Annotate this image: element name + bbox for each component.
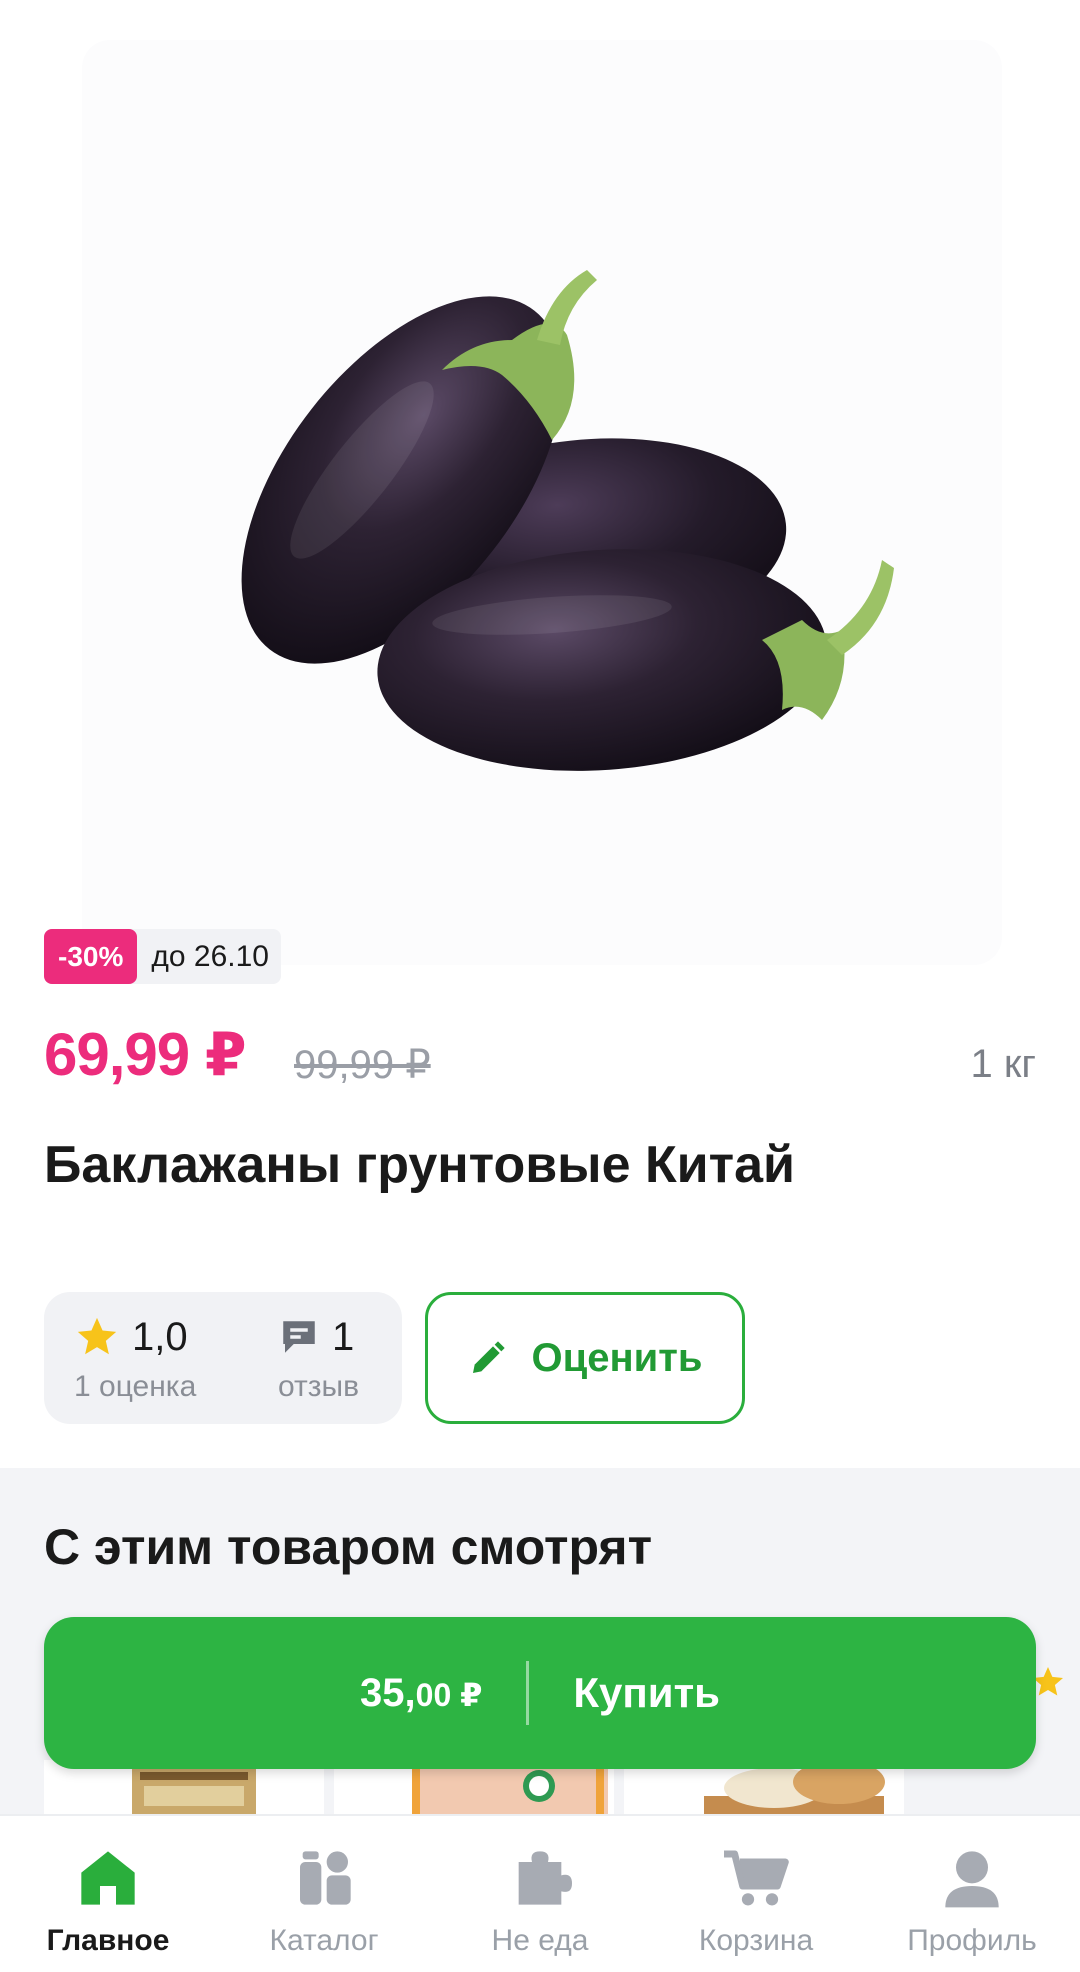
tab-catalog[interactable]: Каталог	[216, 1816, 432, 1972]
buy-divider	[526, 1661, 530, 1725]
rating-stat: 1,0 1 оценка	[74, 1312, 196, 1404]
buy-price-main: 35,	[360, 1670, 416, 1715]
tab-home[interactable]: Главное	[0, 1816, 216, 1972]
profile-icon	[945, 1851, 999, 1908]
tab-non-food[interactable]: Не еда	[432, 1816, 648, 1972]
product-title: Баклажаны грунтовые Китай	[44, 1136, 796, 1194]
buy-button-label: Купить	[573, 1669, 720, 1716]
tab-profile[interactable]: Профиль	[864, 1816, 1080, 1972]
tab-cart[interactable]: Корзина	[648, 1816, 864, 1972]
cart-icon	[724, 1850, 789, 1906]
buy-price-small: 00 ₽	[415, 1676, 483, 1713]
promo-badge: -30% до 26.10	[44, 929, 281, 984]
promo-until: до 26.10	[151, 939, 269, 973]
reviews-label: отзыв	[278, 1370, 360, 1403]
tab-label: Не еда	[491, 1924, 589, 1957]
tab-label: Главное	[46, 1924, 170, 1957]
bottom-tab-bar: Главное Каталог Не еда Корзина Профиль	[0, 1814, 1080, 1972]
puzzle-icon	[518, 1851, 572, 1905]
rate-button-label: Оценить	[531, 1335, 703, 1380]
buy-price: 35,00 ₽	[360, 1671, 482, 1716]
tab-label: Корзина	[698, 1924, 814, 1957]
discount-badge: -30%	[44, 929, 138, 984]
current-price: 69,99 ₽	[44, 1021, 247, 1088]
reviews-stat: 1 отзыв	[278, 1312, 359, 1404]
rate-button[interactable]: Оценить	[425, 1292, 745, 1424]
pencil-icon	[472, 1341, 505, 1373]
rating-value: 1,0	[132, 1314, 188, 1359]
also-viewed-title: С этим товаром смотрят	[44, 1519, 653, 1575]
old-price: 99,99 ₽	[294, 1043, 431, 1087]
star-icon	[77, 1317, 117, 1355]
price-row: 69,99 ₽ 99,99 ₽ 1 кг	[44, 1020, 1036, 1090]
rating-summary[interactable]: 1,0 1 оценка 1 отзыв	[44, 1292, 402, 1424]
tab-label: Профиль	[907, 1924, 1037, 1957]
eggplant-image	[241, 270, 894, 771]
tab-label: Каталог	[269, 1924, 379, 1957]
buy-button[interactable]: 35,00 ₽ Купить	[44, 1617, 1036, 1769]
reviews-count: 1	[332, 1314, 355, 1359]
product-image[interactable]	[82, 40, 1002, 965]
product-weight: 1 кг	[970, 1042, 1036, 1086]
comment-icon	[283, 1321, 315, 1353]
ratings-count: 1 оценка	[74, 1370, 197, 1403]
home-icon	[81, 1851, 135, 1905]
catalog-icon	[300, 1851, 351, 1905]
